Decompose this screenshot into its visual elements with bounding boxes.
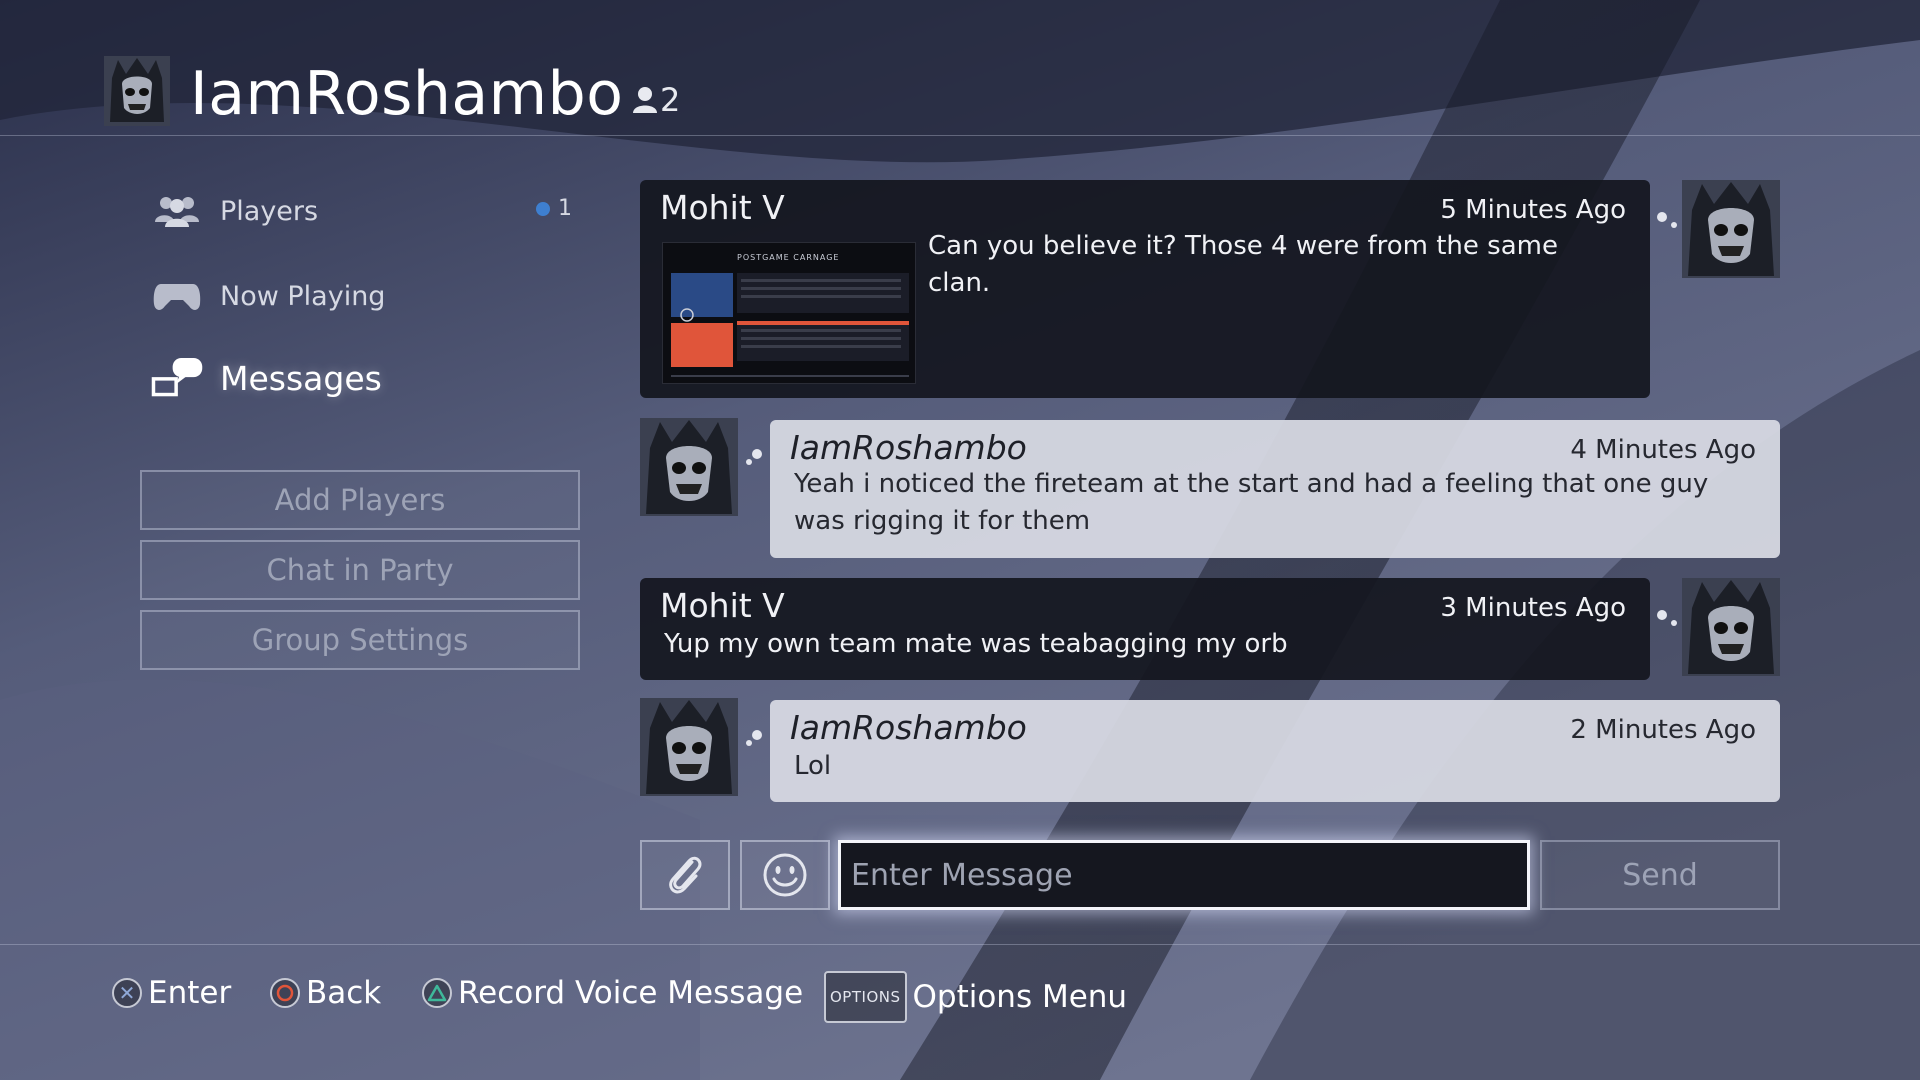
message-input[interactable] (838, 840, 1530, 910)
message-sender: Mohit V (660, 188, 785, 227)
message-time: 4 Minutes Ago (1570, 435, 1756, 465)
emoji-button[interactable] (740, 840, 830, 910)
hint-record-voice: Record Voice Message (422, 971, 803, 1015)
message-image-attachment[interactable]: POSTGAME CARNAGE (662, 242, 916, 384)
scoreboard-thumbnail (671, 273, 909, 377)
message-pointer-dot (752, 730, 762, 740)
sender-avatar (1682, 180, 1780, 278)
hint-enter: ✕ Enter (112, 971, 231, 1015)
message-pointer-dot (752, 449, 762, 459)
message-sender: IamRoshambo (790, 708, 1027, 747)
group-settings-button[interactable]: Group Settings (140, 610, 580, 670)
message-time: 2 Minutes Ago (1570, 715, 1756, 745)
sidebar-item-players[interactable]: Players (150, 183, 318, 239)
sidebar-item-label: Players (220, 195, 319, 227)
send-button[interactable]: Send (1540, 840, 1780, 910)
hint-label: Options Menu (912, 979, 1128, 1015)
circle-button-icon (270, 978, 300, 1008)
cross-button-icon: ✕ (112, 978, 142, 1008)
sender-avatar (1682, 578, 1780, 676)
hint-back: Back (270, 971, 381, 1015)
sidebar-item-label: Messages (220, 358, 382, 398)
players-badge: 1 (536, 196, 572, 221)
group-title: IamRoshambo (190, 59, 624, 129)
message-time: 5 Minutes Ago (1440, 195, 1626, 225)
players-badge-count: 1 (558, 196, 572, 221)
message-bubble[interactable]: IamRoshambo 4 Minutes Ago Yeah i noticed… (770, 420, 1780, 558)
member-count: 2 (632, 80, 680, 120)
sidebar-item-label: Now Playing (220, 280, 386, 312)
messages-icon (150, 356, 204, 400)
message-sender: Mohit V (660, 586, 785, 625)
paperclip-icon (669, 856, 702, 894)
sidebar-item-now-playing[interactable]: Now Playing (150, 268, 385, 324)
message-sender: IamRoshambo (790, 428, 1027, 467)
badge-dot (536, 201, 550, 216)
member-count-value: 2 (660, 81, 681, 119)
chat-in-party-button[interactable]: Chat in Party (140, 540, 580, 600)
profile-avatar (104, 56, 170, 126)
hint-label: Back (306, 975, 382, 1011)
header: IamRoshambo 2 (0, 0, 1920, 136)
message-pointer-dot (1671, 222, 1677, 228)
person-icon (633, 87, 657, 113)
options-button-icon: OPTIONS (824, 971, 907, 1023)
message-bubble[interactable]: Mohit V 3 Minutes Ago Yup my own team ma… (640, 578, 1650, 680)
message-text: Yeah i noticed the fireteam at the start… (794, 469, 1709, 536)
attach-button[interactable] (640, 840, 730, 910)
message-time: 3 Minutes Ago (1440, 593, 1626, 623)
own-avatar (640, 698, 738, 796)
triangle-button-icon (422, 978, 452, 1008)
controller-icon (150, 274, 204, 318)
footer-hints: ✕ Enter Back Record Voice Message OPTION… (0, 944, 1920, 1080)
message-pointer-dot (746, 459, 752, 465)
message-pointer-dot (1657, 212, 1667, 222)
players-icon (150, 189, 204, 233)
hint-label: Record Voice Message (458, 975, 804, 1011)
hint-label: Enter (148, 975, 232, 1011)
add-players-button[interactable]: Add Players (140, 470, 580, 530)
message-pointer-dot (1671, 620, 1677, 626)
own-avatar (640, 418, 738, 516)
smiley-icon (763, 853, 807, 897)
message-text: Lol (794, 751, 832, 781)
message-pointer-dot (1657, 610, 1667, 620)
message-text: Can you believe it? Those 4 were from th… (928, 231, 1558, 298)
message-text: Yup my own team mate was teabagging my o… (664, 629, 1288, 659)
hint-options-menu: OPTIONS Options Menu (824, 971, 1127, 1023)
sidebar-item-messages[interactable]: Messages (150, 350, 382, 406)
message-bubble[interactable]: Mohit V 5 Minutes Ago POSTGAME CARNAGE C… (640, 180, 1650, 398)
message-bubble[interactable]: IamRoshambo 2 Minutes Ago Lol (770, 700, 1780, 802)
message-pointer-dot (746, 740, 752, 746)
